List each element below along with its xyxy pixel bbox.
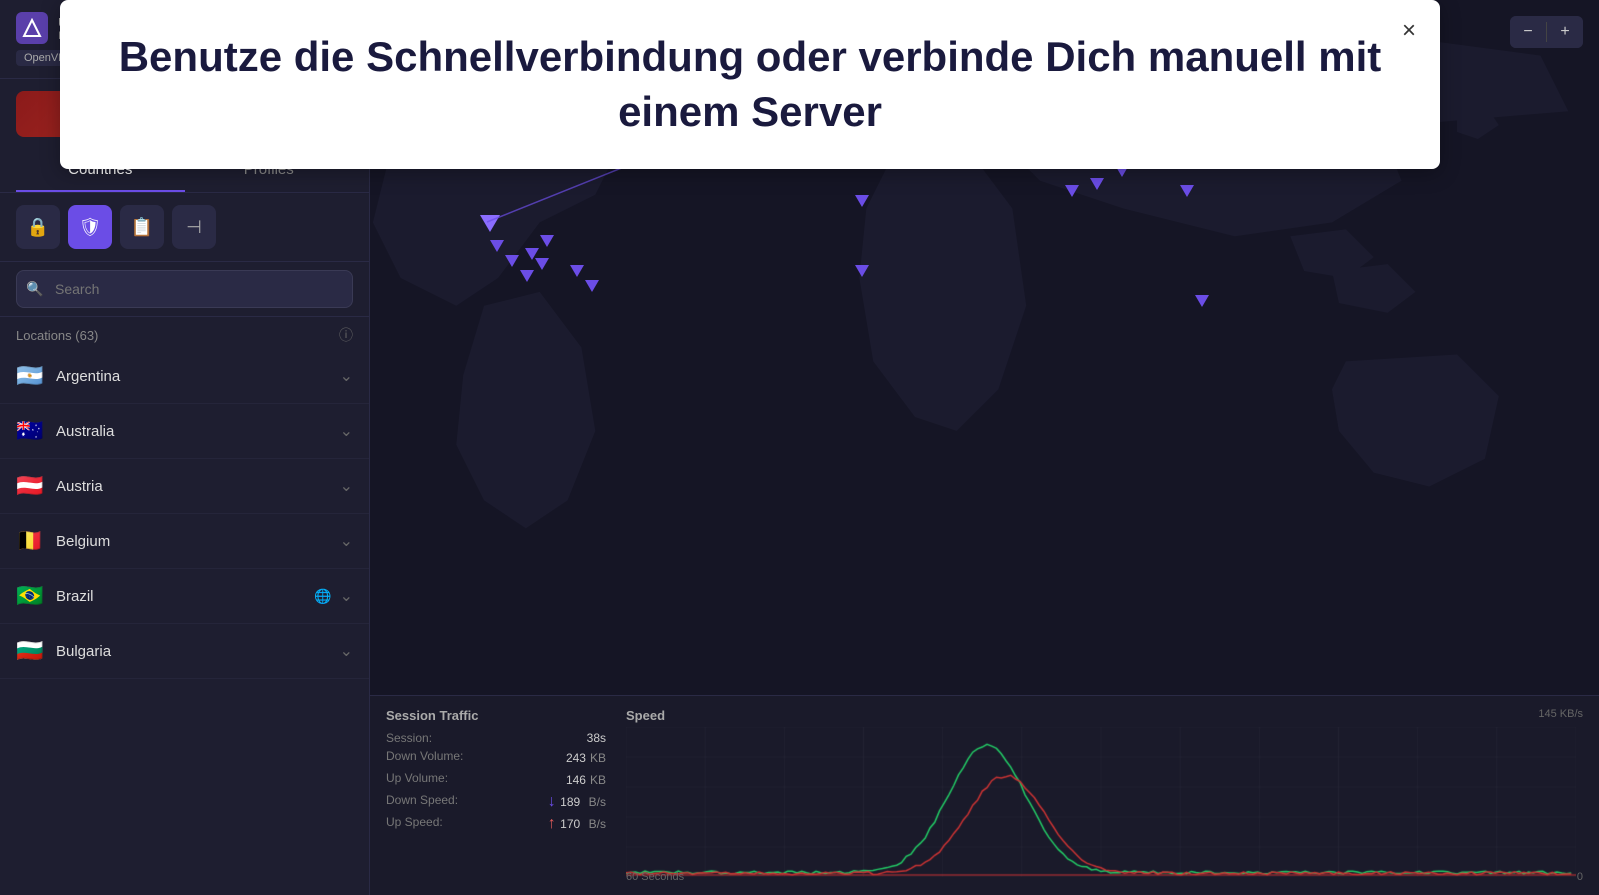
up-arrow-icon: ↑ xyxy=(548,815,556,832)
locations-label: Locations (63) xyxy=(16,328,98,343)
country-name-australia: Australia xyxy=(56,423,340,440)
country-list: 🇦🇷 Argentina ⌄ 🇦🇺 Australia ⌄ 🇦🇹 Austria… xyxy=(0,349,369,895)
down-speed-value: 189 xyxy=(560,795,580,809)
vpn-marker-22 xyxy=(1065,185,1079,197)
expand-icon-argentina: ⌄ xyxy=(340,366,353,386)
session-traffic: Session Traffic Session: 38s Down Volume… xyxy=(386,708,606,883)
zoom-out-button[interactable]: − xyxy=(1510,16,1546,48)
vpn-marker-31 xyxy=(520,270,534,282)
filter-btn-clipboard[interactable]: 📋 xyxy=(120,205,164,249)
expand-icon-australia: ⌄ xyxy=(340,421,353,441)
expand-icon-austria: ⌄ xyxy=(340,476,353,496)
vpn-marker-27 xyxy=(490,240,504,252)
filter-btn-arrow[interactable]: ⊣ xyxy=(172,205,216,249)
flag-argentina: 🇦🇷 xyxy=(16,363,44,389)
flag-belgium: 🇧🇪 xyxy=(16,528,44,554)
chart-time: 60 Seconds xyxy=(626,871,684,883)
country-name-belgium: Belgium xyxy=(56,533,340,550)
arrow-icon: ⊣ xyxy=(186,217,202,238)
info-icon[interactable]: ⓘ xyxy=(339,325,353,345)
country-item-australia[interactable]: 🇦🇺 Australia ⌄ xyxy=(0,404,369,459)
vpn-marker-32 xyxy=(535,258,549,270)
flag-bulgaria: 🇧🇬 xyxy=(16,638,44,664)
country-name-argentina: Argentina xyxy=(56,368,340,385)
session-value: 38s xyxy=(587,731,606,745)
country-name-bulgaria: Bulgaria xyxy=(56,643,340,660)
session-label: Session: xyxy=(386,731,432,745)
speed-max: 145 KB/s xyxy=(1538,708,1583,720)
country-item-austria[interactable]: 🇦🇹 Austria ⌄ xyxy=(0,459,369,514)
flag-brazil: 🇧🇷 xyxy=(16,583,44,609)
shield-icon: 🛡 xyxy=(79,217,102,238)
down-arrow-icon: ↓ xyxy=(548,793,556,810)
down-speed-label: Down Speed: xyxy=(386,793,458,811)
tooltip-overlay: Benutze die Schnellverbindung oder verbi… xyxy=(60,0,1440,169)
speed-chart-title: Speed xyxy=(626,708,1583,723)
up-speed-label: Up Speed: xyxy=(386,815,443,833)
country-item-bulgaria[interactable]: 🇧🇬 Bulgaria ⌄ xyxy=(0,624,369,679)
zoom-in-button[interactable]: + xyxy=(1547,16,1583,48)
tooltip-close-button[interactable]: × xyxy=(1393,15,1425,47)
globe-icon-brazil: 🌐 xyxy=(314,588,331,605)
flag-australia: 🇦🇺 xyxy=(16,418,44,444)
expand-icon-bulgaria: ⌄ xyxy=(340,641,353,661)
filter-row: 🔒 🛡 📋 ⊣ xyxy=(0,193,369,262)
down-volume-label: Down Volume: xyxy=(386,749,463,767)
logo-svg xyxy=(22,18,42,38)
expand-icon-belgium: ⌄ xyxy=(340,531,353,551)
vpn-marker-34 xyxy=(855,265,869,277)
up-speed-unit: B/s xyxy=(589,817,606,831)
up-volume-value: 146 xyxy=(566,773,586,787)
search-container: 🔍 xyxy=(0,262,369,317)
vpn-marker-28 xyxy=(505,255,519,267)
country-item-argentina[interactable]: 🇦🇷 Argentina ⌄ xyxy=(0,349,369,404)
stat-row-session: Session: 38s xyxy=(386,731,606,745)
stat-row-up-speed: Up Speed: ↑ 170 B/s xyxy=(386,815,606,833)
filter-btn-shield[interactable]: 🛡 xyxy=(68,205,112,249)
filter-btn-lock[interactable]: 🔒 xyxy=(16,205,60,249)
country-name-austria: Austria xyxy=(56,478,340,495)
vpn-marker-30 xyxy=(540,235,554,247)
country-item-belgium[interactable]: 🇧🇪 Belgium ⌄ xyxy=(0,514,369,569)
down-volume-value: 243 xyxy=(566,751,586,765)
stat-row-up-volume: Up Volume: 146 KB xyxy=(386,771,606,789)
speed-chart-canvas xyxy=(626,727,1576,877)
up-speed-value: 170 xyxy=(560,817,580,831)
vpn-marker-24 xyxy=(570,265,584,277)
vpn-marker-25 xyxy=(585,280,599,292)
stat-row-down-speed: Down Speed: ↓ 189 B/s xyxy=(386,793,606,811)
locations-header: Locations (63) ⓘ xyxy=(0,317,369,349)
up-volume-unit: KB xyxy=(590,773,606,787)
stat-row-down-volume: Down Volume: 243 KB xyxy=(386,749,606,767)
down-speed-unit: B/s xyxy=(589,795,606,809)
vpn-marker-35 xyxy=(1195,295,1209,307)
vpn-marker-36 xyxy=(1180,185,1194,197)
search-wrapper: 🔍 xyxy=(16,270,353,308)
lock-icon: 🔒 xyxy=(27,217,49,238)
speed-chart: Speed 145 KB/s 60 Seconds 0 xyxy=(626,708,1583,883)
session-traffic-title: Session Traffic xyxy=(386,708,606,723)
country-item-brazil[interactable]: 🇧🇷 Brazil 🌐 ⌄ xyxy=(0,569,369,624)
flag-austria: 🇦🇹 xyxy=(16,473,44,499)
tooltip-text: Benutze die Schnellverbindung oder verbi… xyxy=(100,30,1400,139)
vpn-marker-connected xyxy=(480,215,500,232)
stats-panel: Session Traffic Session: 38s Down Volume… xyxy=(370,695,1599,895)
vpn-marker-23 xyxy=(1090,178,1104,190)
search-input[interactable] xyxy=(16,270,353,308)
country-name-brazil: Brazil xyxy=(56,588,314,605)
down-volume-unit: KB xyxy=(590,751,606,765)
expand-icon-brazil: ⌄ xyxy=(340,586,353,606)
zoom-controls: − + xyxy=(1510,16,1583,48)
chart-zero: 0 xyxy=(1577,871,1583,883)
vpn-marker-33 xyxy=(855,195,869,207)
logo-icon xyxy=(16,12,48,44)
up-volume-label: Up Volume: xyxy=(386,771,448,789)
search-icon: 🔍 xyxy=(26,281,43,298)
clipboard-icon: 📋 xyxy=(131,217,153,238)
